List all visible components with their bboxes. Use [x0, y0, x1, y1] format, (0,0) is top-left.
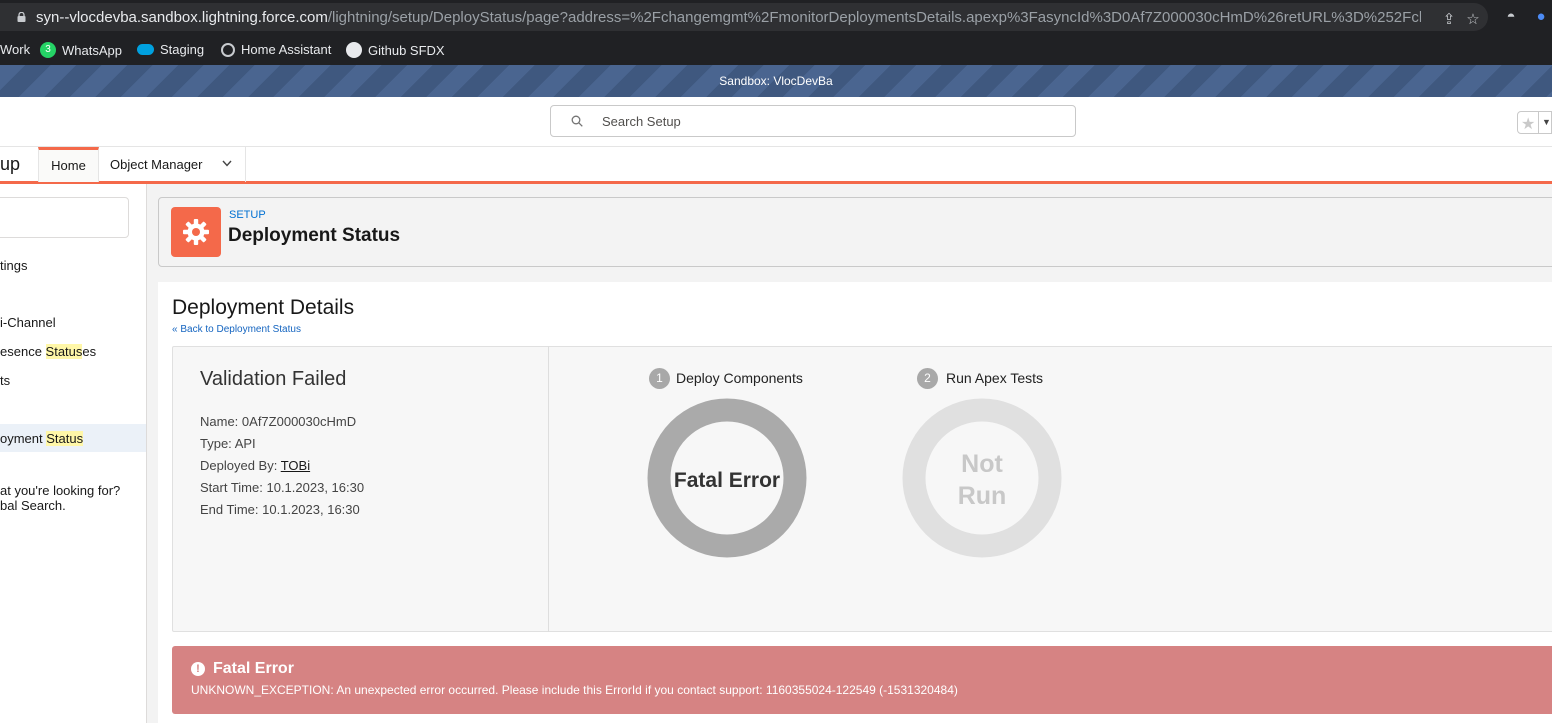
step-status-text: Not — [961, 450, 1003, 478]
share-icon[interactable]: ⇪ — [1440, 11, 1458, 29]
step-label-deploy-components: Deploy Components — [676, 370, 803, 386]
page-title: Deployment Status — [228, 225, 401, 246]
search-highlight: Status — [45, 344, 83, 359]
app-name: up — [0, 154, 21, 174]
detail-end-time: End Time: 10.1.2023, 16:30 — [200, 502, 360, 517]
status-ring: Fatal Error — [647, 398, 807, 558]
deployment-status-card — [172, 346, 1552, 632]
status-ring: Not Run — [902, 398, 1062, 558]
sidebar-item-text: ts — [0, 373, 11, 388]
bookmark-label: Home Assistant — [241, 42, 332, 57]
sidebar-item-text: i-Channel — [0, 315, 56, 330]
setup-sidebar: tings i-Channel esence Statuses ts oymen… — [0, 184, 147, 723]
sidebar-item-text: tings — [0, 258, 28, 273]
step-label-run-apex-tests: Run Apex Tests — [946, 370, 1044, 386]
url-host: syn--vlocdevba.sandbox.lightning.force.c… — [36, 9, 328, 26]
detail-value: 0Af7Z000030cHmD — [241, 414, 357, 429]
sidebar-item-events[interactable]: ts — [0, 373, 10, 388]
search-highlight: Status — [46, 431, 84, 446]
tab-home[interactable]: Home — [38, 147, 99, 182]
error-message: UNKNOWN_EXCEPTION: An unexpected error o… — [191, 683, 958, 697]
breadcrumb-setup[interactable]: SETUP — [229, 209, 266, 221]
detail-label: Name: — [200, 414, 239, 429]
extension-icon[interactable]: ● — [1532, 8, 1550, 26]
global-header: Search Setup — [0, 97, 1552, 147]
bookmarks-bar: Work 3 WhatsApp Staging Home Assistant G… — [0, 34, 1552, 65]
page-header: SETUP Deployment Status — [158, 197, 1552, 267]
sidebar-item-text: oyment — [0, 431, 47, 446]
fatal-error-alert: ! Fatal Error UNKNOWN_EXCEPTION: An unex… — [172, 646, 1552, 714]
sidebar-item-text: es — [82, 344, 97, 359]
tab-label: Object Manager — [110, 157, 203, 172]
detail-name: Name: 0Af7Z000030cHmD — [200, 414, 356, 429]
bookmark-whatsapp[interactable]: 3 WhatsApp — [40, 42, 122, 58]
favorites-divider — [1538, 112, 1539, 133]
setup-gear-tile — [171, 207, 221, 257]
bookmark-star-icon[interactable]: ☆ — [1464, 11, 1482, 29]
bookmark-label: Work — [0, 42, 31, 57]
detail-deployed-by: Deployed By: TOBi — [200, 458, 310, 473]
setup-search-input[interactable]: Search Setup — [550, 105, 1076, 137]
sidebar-help-text: at you're looking for? — [0, 483, 121, 498]
quick-find-input[interactable] — [0, 197, 129, 238]
whatsapp-icon: 3 — [40, 42, 56, 58]
sidebar-item-settings[interactable]: tings — [0, 258, 27, 273]
back-to-deployment-status-link[interactable]: « Back to Deployment Status — [172, 324, 301, 335]
step-number-badge: 2 — [917, 368, 938, 389]
detail-value: 10.1.2023, 16:30 — [266, 480, 365, 495]
detail-label: Start Time: — [200, 480, 263, 495]
sidebar-item-presence-statuses[interactable]: esence Statuses — [0, 344, 96, 359]
step-status-text: Fatal Error — [674, 469, 780, 492]
sandbox-banner: Sandbox: VlocDevBa — [0, 65, 1552, 97]
profile-icon[interactable]: ◓ — [1502, 8, 1520, 26]
caret-down-icon[interactable]: ▼ — [1542, 117, 1551, 127]
sidebar-item-text: esence — [0, 344, 46, 359]
detail-label: Type: — [200, 436, 232, 451]
browser-url-bar: syn--vlocdevba.sandbox.lightning.force.c… — [0, 0, 1552, 34]
step-status-text: Run — [958, 482, 1007, 510]
detail-start-time: Start Time: 10.1.2023, 16:30 — [200, 480, 364, 495]
url-text: syn--vlocdevba.sandbox.lightning.force.c… — [36, 9, 1421, 26]
validation-status-title: Validation Failed — [200, 368, 347, 390]
deployed-by-user-link[interactable]: TOBi — [281, 458, 310, 473]
card-divider — [548, 346, 549, 632]
sidebar-item-omni-channel[interactable]: i-Channel — [0, 315, 56, 330]
bookmark-home-assistant[interactable]: Home Assistant — [221, 42, 331, 57]
error-icon: ! — [191, 662, 205, 676]
lock-icon — [17, 12, 26, 22]
globe-icon — [221, 42, 235, 57]
sidebar-item-deployment-status[interactable]: oyment Status — [0, 431, 84, 446]
deploy-components-status-ring: Fatal Error — [647, 398, 807, 563]
tab-object-manager[interactable]: Object Manager — [99, 147, 246, 182]
star-icon: ★ — [1521, 116, 1536, 133]
run-apex-tests-status-ring: Not Run — [902, 398, 1062, 563]
detail-value: API — [234, 436, 256, 451]
detail-type: Type: API — [200, 436, 256, 451]
github-icon — [346, 42, 362, 58]
error-title: Fatal Error — [213, 660, 294, 677]
search-placeholder: Search Setup — [602, 114, 681, 129]
salesforce-cloud-icon — [137, 44, 154, 55]
detail-value: 10.1.2023, 16:30 — [262, 502, 360, 517]
bookmark-work[interactable]: Work — [0, 42, 30, 57]
bookmark-github-sfdx[interactable]: Github SFDX — [346, 42, 445, 58]
detail-label: End Time: — [200, 502, 259, 517]
bookmark-label: Staging — [160, 42, 205, 57]
address-bar[interactable]: syn--vlocdevba.sandbox.lightning.force.c… — [0, 3, 1488, 31]
url-path: /lightning/setup/DeployStatus/page?addre… — [327, 9, 1421, 26]
app-navbar: up Home Object Manager — [0, 147, 1552, 184]
step-number-badge: 1 — [649, 368, 670, 389]
search-icon — [571, 115, 583, 127]
favorites-button[interactable]: ★ ▼ — [1517, 111, 1552, 134]
detail-label: Deployed By: — [200, 458, 278, 473]
sidebar-global-search-link[interactable]: bal Search. — [0, 498, 66, 513]
gear-icon — [183, 219, 209, 245]
bookmark-label: Github SFDX — [368, 42, 445, 58]
chevron-down-icon[interactable] — [222, 160, 232, 167]
bookmark-staging[interactable]: Staging — [137, 42, 204, 57]
details-title: Deployment Details — [172, 296, 355, 319]
bookmark-label: WhatsApp — [62, 42, 122, 58]
